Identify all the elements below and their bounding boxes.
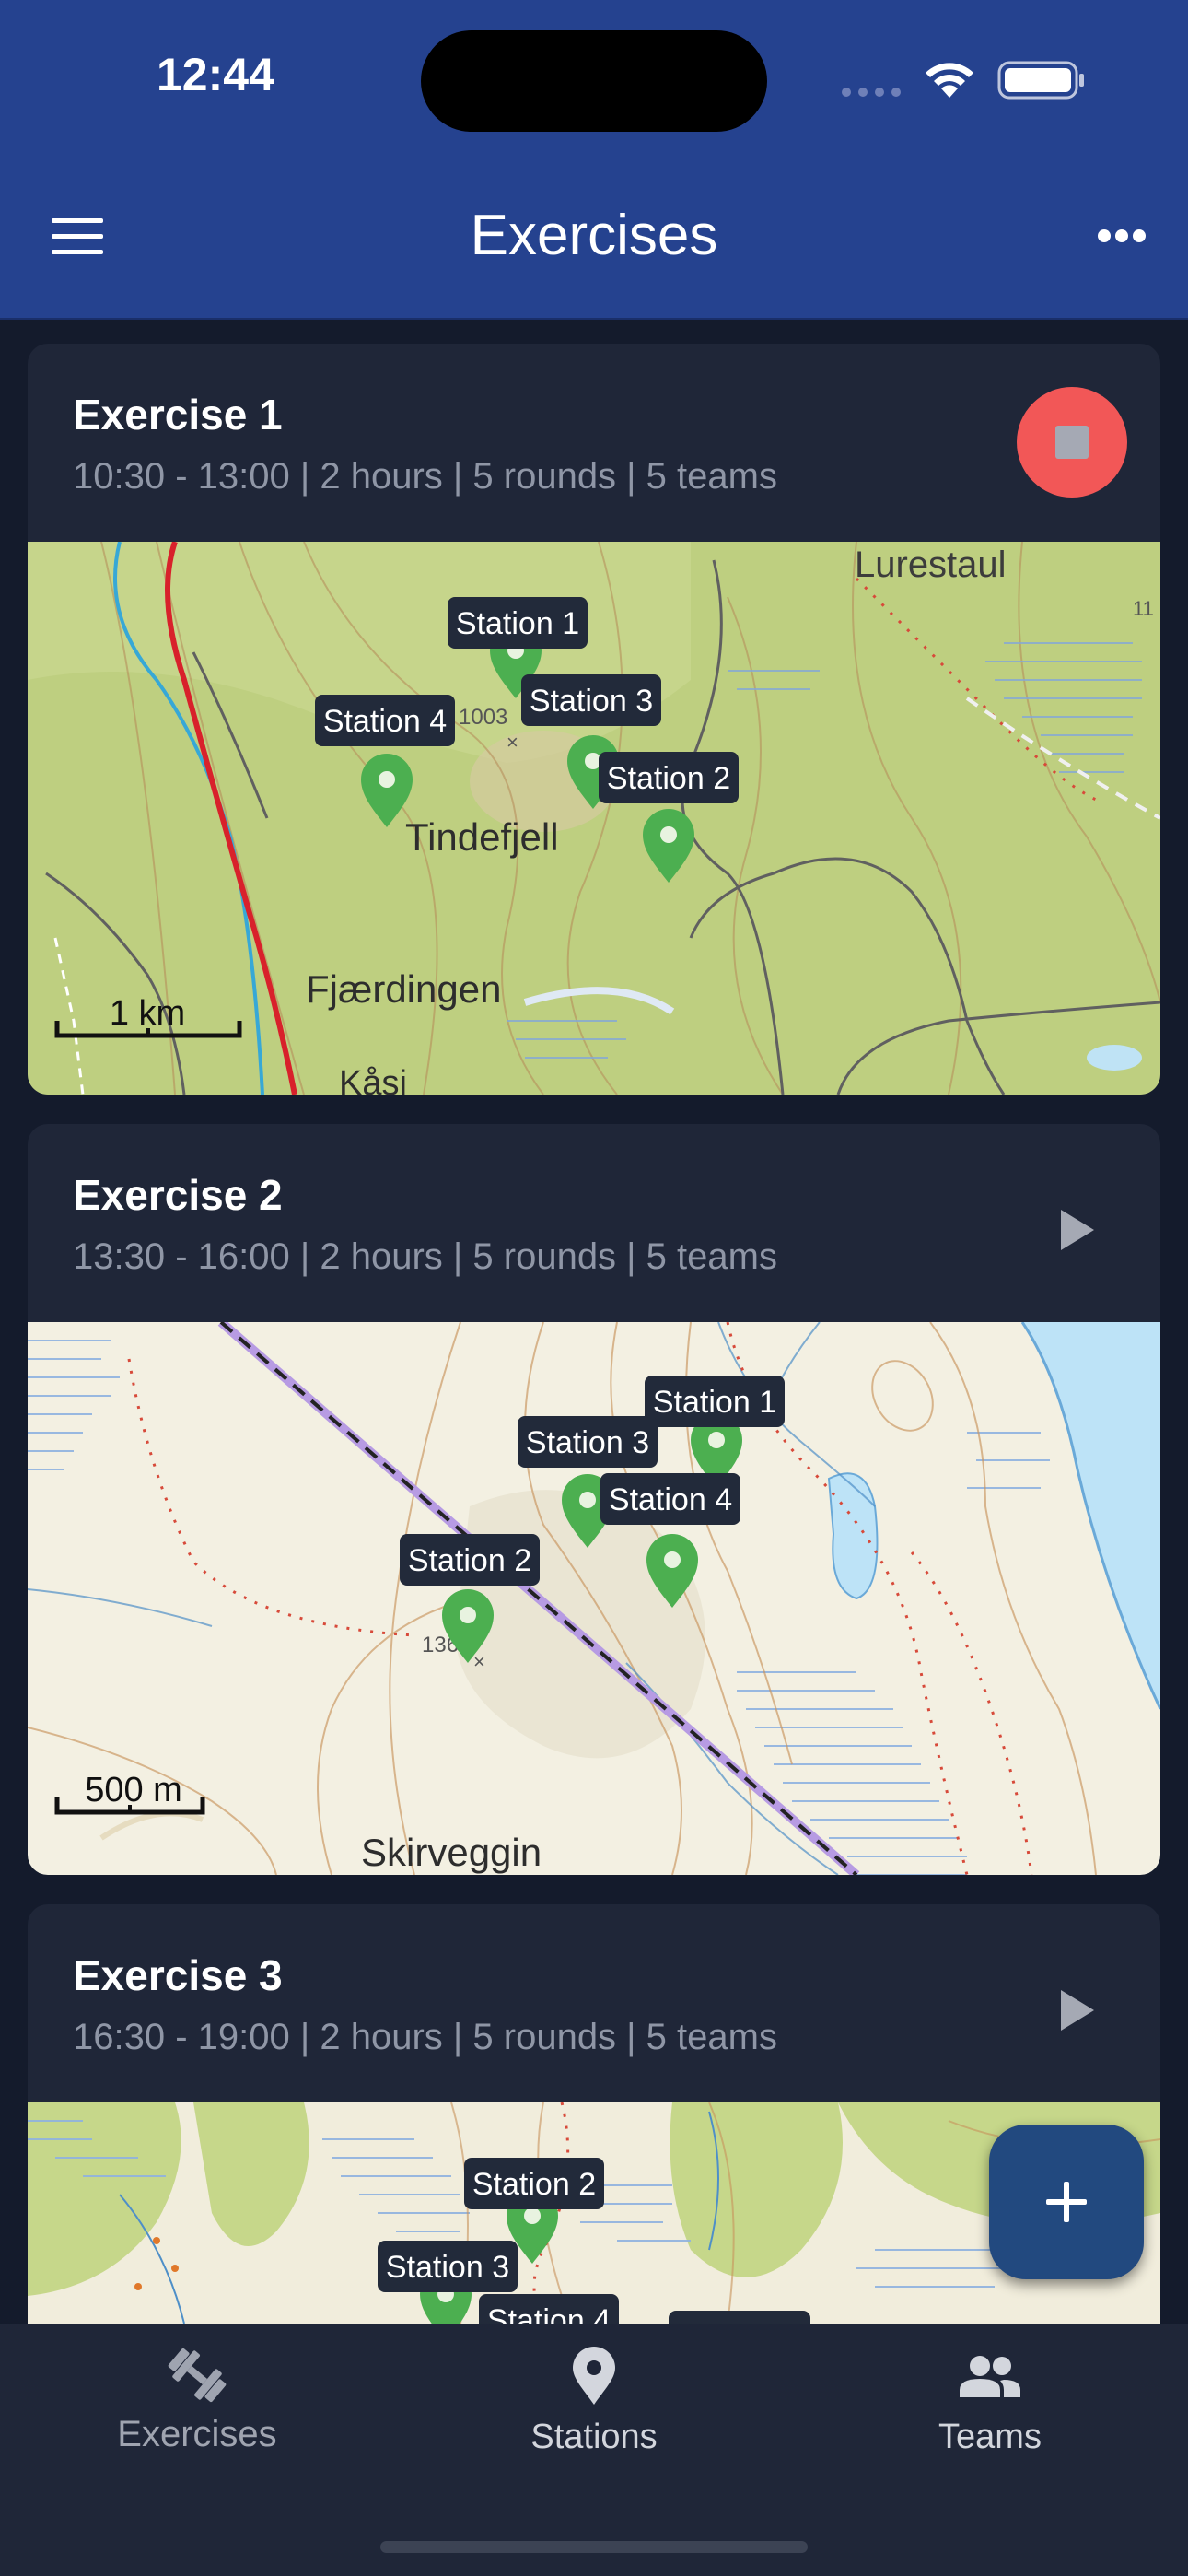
station-label: Station 4 — [315, 695, 455, 746]
page-title: Exercises — [470, 204, 718, 267]
battery-icon — [997, 61, 1084, 100]
scale-label: 1 km — [110, 994, 185, 1033]
map-edge-label: 11 — [1133, 597, 1154, 620]
station-label: Station 1 — [448, 597, 588, 649]
bottom-navigation: Exercises Stations Teams — [0, 2324, 1188, 2576]
svg-text:Station 3: Station 3 — [386, 2250, 509, 2285]
station-label: Station 2 — [464, 2158, 604, 2209]
scale-label: 500 m — [85, 1771, 182, 1809]
status-bar: 12:44 — [0, 0, 1188, 157]
map-cross-mark: × — [507, 731, 518, 754]
station-label: Station 3 — [521, 674, 661, 726]
station-label: Station 2 — [400, 1534, 540, 1586]
home-indicator — [380, 2541, 808, 2553]
svg-text:Station 4: Station 4 — [609, 1482, 732, 1517]
station-label: Station 4 — [600, 1473, 740, 1525]
tab-teams[interactable]: Teams — [852, 2324, 1128, 2480]
exercise-card-3[interactable]: Exercise 3 16:30 - 19:00 | 2 hours | 5 r… — [28, 1904, 1160, 2324]
exercise-card-2[interactable]: Exercise 2 13:30 - 16:00 | 2 hours | 5 r… — [28, 1124, 1160, 1875]
people-icon — [960, 2356, 1020, 2397]
svg-text:Station 3: Station 3 — [530, 684, 653, 719]
stop-icon — [1055, 426, 1089, 459]
map-place-label: Tindefjell — [405, 815, 559, 859]
dumbbell-icon — [168, 2348, 227, 2403]
map-place-label: Lurestaul — [855, 544, 1007, 585]
svg-text:Station 2: Station 2 — [607, 761, 730, 796]
exercise-subtitle: 10:30 - 13:00 | 2 hours | 5 rounds | 5 t… — [73, 456, 777, 497]
add-exercise-button[interactable] — [989, 2125, 1144, 2279]
tab-exercises[interactable]: Exercises — [59, 2324, 335, 2480]
station-label: Station 3 — [378, 2241, 518, 2292]
map-place-label: Skirveggin — [361, 1831, 542, 1874]
exercise-list: Exercise 1 10:30 - 13:00 | 2 hours | 5 r… — [0, 318, 1188, 2324]
svg-text:Station 1: Station 1 — [653, 1385, 776, 1420]
exercise-map[interactable]: Skirveggin 136 × 500 m Station 1 Station… — [28, 1322, 1160, 1875]
svg-text:Station 2: Station 2 — [472, 2167, 596, 2202]
svg-text:Station 4: Station 4 — [487, 2303, 611, 2324]
svg-text:Station 2: Station 2 — [408, 1543, 531, 1578]
map-spot-height: 1003 — [459, 705, 507, 730]
exercise-subtitle: 16:30 - 19:00 | 2 hours | 5 rounds | 5 t… — [73, 2017, 777, 2057]
exercise-title: Exercise 3 — [73, 1951, 283, 1999]
station-label: Station 1 — [645, 1376, 785, 1427]
plus-icon — [1046, 2182, 1087, 2222]
map-place-label: Kåsi — [339, 1064, 407, 1095]
station-label: Station 3 — [518, 1416, 658, 1468]
wifi-icon — [926, 63, 973, 98]
tab-label: Teams — [938, 2418, 1042, 2456]
svg-text:Station 4: Station 4 — [323, 704, 447, 739]
svg-text:Station 1: Station 1 — [456, 606, 579, 641]
tab-label: Stations — [530, 2418, 658, 2456]
exercise-card-1[interactable]: Exercise 1 10:30 - 13:00 | 2 hours | 5 r… — [28, 344, 1160, 1095]
exercise-subtitle: 13:30 - 16:00 | 2 hours | 5 rounds | 5 t… — [73, 1236, 777, 1277]
play-icon[interactable] — [1050, 1983, 1105, 2038]
exercise-map[interactable]: Lurestaul Tindefjell Fjærdingen Kåsi 100… — [28, 542, 1160, 1095]
stop-button[interactable] — [1017, 387, 1127, 498]
dynamic-island — [421, 30, 767, 132]
status-time: 12:44 — [157, 49, 274, 100]
svg-text:Station 3: Station 3 — [526, 1425, 649, 1460]
station-label: Station 2 — [599, 752, 739, 803]
station-label: Station 4 — [479, 2294, 619, 2324]
map-pin-icon — [573, 2347, 615, 2405]
exercise-title: Exercise 2 — [73, 1171, 283, 1219]
play-icon[interactable] — [1050, 1202, 1105, 1258]
tab-label: Exercises — [117, 2414, 277, 2454]
map-place-label: Fjærdingen — [306, 967, 501, 1011]
tab-stations[interactable]: Stations — [456, 2324, 732, 2480]
exercise-title: Exercise 1 — [73, 391, 283, 439]
station-label — [669, 2311, 810, 2324]
signal-icon — [842, 88, 901, 97]
